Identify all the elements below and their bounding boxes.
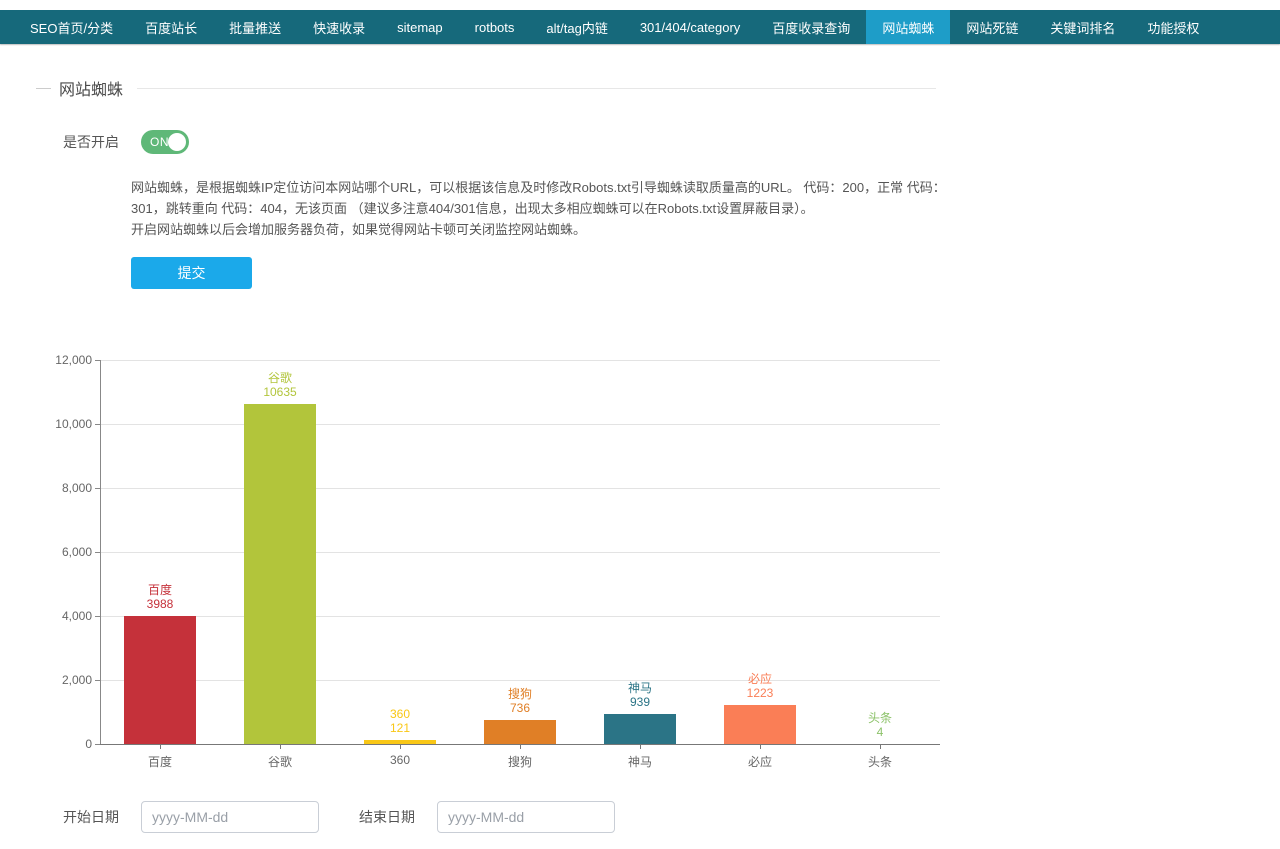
nav-tab-10[interactable]: 网站蜘蛛 bbox=[866, 10, 950, 44]
x-axis-category-label: 搜狗 bbox=[460, 753, 580, 770]
submit-button[interactable]: 提交 bbox=[131, 257, 252, 289]
bar-value-label-头条: 头条4 bbox=[820, 711, 940, 739]
x-axis-tick bbox=[760, 745, 761, 749]
nav-tab-5[interactable]: sitemap bbox=[381, 10, 459, 44]
top-navigation: SEO首页/分类百度站长批量推送快速收录sitemaprotbotsalt/ta… bbox=[0, 10, 1280, 44]
bar-value-label-搜狗: 搜狗736 bbox=[460, 687, 580, 715]
y-gridline bbox=[100, 552, 940, 553]
section-title-row: 网站蜘蛛 bbox=[36, 78, 936, 98]
end-date-input[interactable] bbox=[437, 801, 615, 833]
nav-tab-9[interactable]: 百度收录查询 bbox=[756, 10, 866, 44]
start-date-input[interactable] bbox=[141, 801, 319, 833]
spider-visits-bar-chart: 02,0004,0006,0008,00010,00012,000百度3988百… bbox=[60, 350, 960, 775]
enable-toggle-row: 是否开启 ON bbox=[63, 130, 189, 154]
nav-tab-2[interactable]: 百度站长 bbox=[129, 10, 213, 44]
nav-tab-7[interactable]: alt/tag内链 bbox=[530, 10, 623, 44]
x-axis-tick bbox=[400, 745, 401, 749]
bar-神马 bbox=[604, 714, 676, 744]
description-text: 网站蜘蛛，是根据蜘蛛IP定位访问本网站哪个URL，可以根据该信息及时修改Robo… bbox=[131, 177, 949, 240]
y-gridline bbox=[100, 360, 940, 361]
switch-knob bbox=[168, 133, 186, 151]
bar-360 bbox=[364, 740, 436, 744]
y-axis-tick-label: 0 bbox=[40, 737, 92, 751]
bar-value-label-神马: 神马939 bbox=[580, 681, 700, 709]
y-axis-tick-label: 6,000 bbox=[40, 545, 92, 559]
page-title: 网站蜘蛛 bbox=[59, 76, 131, 100]
y-axis-tick-label: 10,000 bbox=[40, 417, 92, 431]
bar-value-label-360: 360121 bbox=[340, 707, 460, 735]
y-axis-tick-label: 8,000 bbox=[40, 481, 92, 495]
x-axis-tick bbox=[880, 745, 881, 749]
y-axis-tick-label: 12,000 bbox=[40, 353, 92, 367]
y-axis-tick-label: 2,000 bbox=[40, 673, 92, 687]
nav-tab-4[interactable]: 快速收录 bbox=[297, 10, 381, 44]
nav-tab-11[interactable]: 网站死链 bbox=[950, 10, 1034, 44]
x-axis-tick bbox=[280, 745, 281, 749]
bar-百度 bbox=[124, 616, 196, 744]
nav-tab-6[interactable]: rotbots bbox=[459, 10, 531, 44]
date-filter-row: 开始日期 结束日期 bbox=[63, 801, 615, 833]
title-dash-line bbox=[36, 88, 51, 89]
bar-谷歌 bbox=[244, 404, 316, 744]
nav-tab-13[interactable]: 功能授权 bbox=[1131, 10, 1215, 44]
nav-tab-12[interactable]: 关键词排名 bbox=[1034, 10, 1131, 44]
nav-tab-1[interactable]: SEO首页/分类 bbox=[14, 10, 129, 44]
bar-value-label-百度: 百度3988 bbox=[100, 583, 220, 611]
x-axis-category-label: 谷歌 bbox=[220, 753, 340, 770]
nav-tab-3[interactable]: 批量推送 bbox=[213, 10, 297, 44]
description-paragraph-1: 网站蜘蛛，是根据蜘蛛IP定位访问本网站哪个URL，可以根据该信息及时修改Robo… bbox=[131, 177, 949, 219]
end-date-label: 结束日期 bbox=[359, 807, 415, 827]
bar-必应 bbox=[724, 705, 796, 744]
description-paragraph-2: 开启网站蜘蛛以后会增加服务器负荷，如果觉得网站卡顿可关闭监控网站蜘蛛。 bbox=[131, 219, 949, 240]
x-axis-category-label: 360 bbox=[340, 753, 460, 767]
x-axis-category-label: 百度 bbox=[100, 753, 220, 770]
x-axis-tick bbox=[640, 745, 641, 749]
enable-toggle-label: 是否开启 bbox=[63, 132, 119, 152]
bar-value-label-必应: 必应1223 bbox=[700, 672, 820, 700]
title-rule-line bbox=[137, 88, 936, 89]
y-gridline bbox=[100, 488, 940, 489]
x-axis-category-label: 必应 bbox=[700, 753, 820, 770]
x-axis-tick bbox=[520, 745, 521, 749]
y-axis-tick-label: 4,000 bbox=[40, 609, 92, 623]
x-axis-category-label: 神马 bbox=[580, 753, 700, 770]
enable-switch[interactable]: ON bbox=[141, 130, 189, 154]
y-gridline bbox=[100, 616, 940, 617]
bar-搜狗 bbox=[484, 720, 556, 744]
x-axis-tick bbox=[160, 745, 161, 749]
x-axis-category-label: 头条 bbox=[820, 753, 940, 770]
nav-tab-8[interactable]: 301/404/category bbox=[624, 10, 756, 44]
y-axis-line bbox=[100, 360, 101, 744]
start-date-label: 开始日期 bbox=[63, 807, 119, 827]
bar-value-label-谷歌: 谷歌10635 bbox=[220, 371, 340, 399]
switch-on-label: ON bbox=[150, 135, 169, 149]
y-gridline bbox=[100, 424, 940, 425]
